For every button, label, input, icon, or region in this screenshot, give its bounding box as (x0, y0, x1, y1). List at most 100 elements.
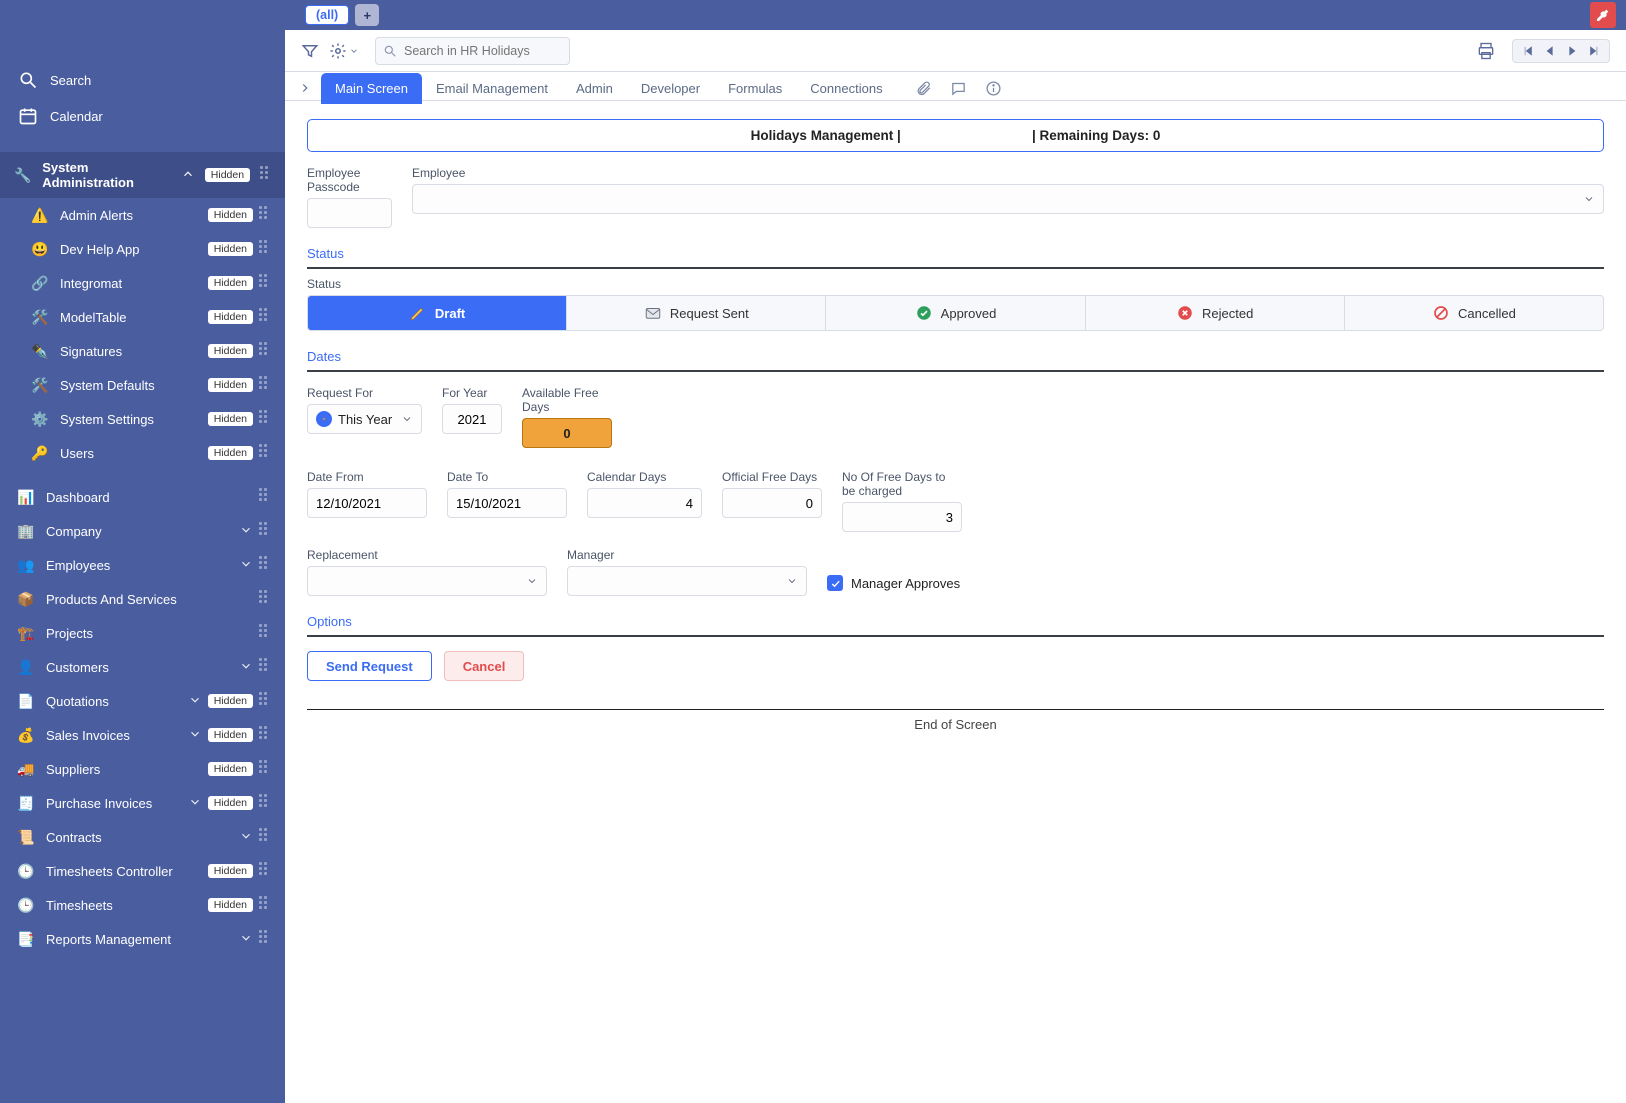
last-record-icon[interactable] (1587, 44, 1601, 58)
sidebar-item-5[interactable]: 👤 Customers (0, 650, 285, 684)
replacement-select[interactable] (307, 566, 547, 596)
tab-3[interactable]: Developer (627, 73, 714, 104)
filter-icon[interactable] (301, 42, 319, 60)
tab-2[interactable]: Admin (562, 73, 627, 104)
drag-handle-icon[interactable] (259, 794, 271, 812)
status-option-4[interactable]: Cancelled (1345, 296, 1603, 330)
item-icon: 🏗️ (16, 623, 36, 643)
sidebar-item-12[interactable]: 🕒 Timesheets Hidden (0, 888, 285, 922)
sidebar-item-0[interactable]: 📊 Dashboard (0, 480, 285, 514)
item-icon: 🧾 (16, 793, 36, 813)
drag-handle-icon[interactable] (259, 692, 271, 710)
sidebar-item-4[interactable]: 🏗️ Projects (0, 616, 285, 650)
sidebar-item-7[interactable]: 💰 Sales Invoices Hidden (0, 718, 285, 752)
admin-wrench-button[interactable] (1590, 2, 1616, 28)
tab-add-button[interactable]: + (355, 4, 379, 26)
sidebar-item-2[interactable]: 👥 Employees (0, 548, 285, 582)
drag-handle-icon[interactable] (259, 896, 271, 914)
drag-handle-icon[interactable] (259, 444, 271, 462)
tab-all[interactable]: (all) (305, 5, 349, 25)
employee-select[interactable] (412, 184, 1604, 214)
sidebar-item-label: Customers (46, 660, 109, 675)
drag-handle-icon[interactable] (259, 488, 271, 506)
sidebar-item-9[interactable]: 🧾 Purchase Invoices Hidden (0, 786, 285, 820)
calendar-days-input[interactable] (587, 488, 702, 518)
drag-handle-icon[interactable] (259, 274, 271, 292)
tab-1[interactable]: Email Management (422, 73, 562, 104)
comment-icon[interactable] (950, 80, 967, 97)
sidebar-search[interactable]: Search (0, 62, 285, 98)
sidebar-item-1[interactable]: 🏢 Company (0, 514, 285, 548)
drag-handle-icon[interactable] (259, 930, 271, 948)
chevron-down-icon (188, 727, 202, 744)
expand-tabs-icon[interactable] (293, 76, 317, 100)
status-option-label: Approved (941, 306, 997, 321)
avatar[interactable] (1560, 4, 1582, 26)
info-icon[interactable] (985, 80, 1002, 97)
sidebar-item-11[interactable]: 🕒 Timesheets Controller Hidden (0, 854, 285, 888)
status-option-2[interactable]: Approved (826, 296, 1085, 330)
date-to-input[interactable] (447, 488, 567, 518)
print-icon[interactable] (1476, 41, 1496, 61)
drag-handle-icon[interactable] (259, 828, 271, 846)
drag-handle-icon[interactable] (259, 658, 271, 676)
date-from-input[interactable] (307, 488, 427, 518)
sidebar: Search Calendar 🔧 System Administration … (0, 0, 285, 1103)
settings-dropdown[interactable] (329, 42, 359, 60)
drag-handle-icon[interactable] (259, 522, 271, 540)
sidebar-item-8[interactable]: 🚚 Suppliers Hidden (0, 752, 285, 786)
sidebar-subitem-6[interactable]: ⚙️ System Settings Hidden (0, 402, 285, 436)
drag-handle-icon[interactable] (259, 206, 271, 224)
status-option-1[interactable]: Request Sent (567, 296, 826, 330)
drag-handle-icon[interactable] (259, 410, 271, 428)
sidebar-item-3[interactable]: 📦 Products And Services (0, 582, 285, 616)
sidebar-subitem-3[interactable]: 🛠️ ModelTable Hidden (0, 300, 285, 334)
sidebar-calendar[interactable]: Calendar (0, 98, 285, 134)
sidebar-subitem-5[interactable]: 🛠️ System Defaults Hidden (0, 368, 285, 402)
send-request-button[interactable]: Send Request (307, 651, 432, 681)
sidebar-item-6[interactable]: 📄 Quotations Hidden (0, 684, 285, 718)
drag-handle-icon[interactable] (259, 862, 271, 880)
status-option-0[interactable]: Draft (308, 296, 567, 330)
for-year-input[interactable] (442, 404, 502, 434)
drag-handle-icon[interactable] (259, 556, 271, 574)
tab-5[interactable]: Connections (796, 73, 896, 104)
available-free-days-label: Available Free Days (522, 386, 612, 414)
search-input[interactable] (375, 37, 570, 65)
sidebar-subitem-4[interactable]: ✒️ Signatures Hidden (0, 334, 285, 368)
status-option-3[interactable]: Rejected (1086, 296, 1345, 330)
drag-handle-icon[interactable] (259, 760, 271, 778)
employee-passcode-input[interactable] (307, 198, 392, 228)
next-record-icon[interactable] (1565, 44, 1579, 58)
drag-handle-icon[interactable] (259, 308, 271, 326)
drag-handle-icon[interactable] (259, 726, 271, 744)
sidebar-subitem-7[interactable]: 🔑 Users Hidden (0, 436, 285, 470)
sidebar-group-system-administration[interactable]: 🔧 System Administration Hidden (0, 152, 285, 198)
request-for-select[interactable]: This Year (307, 404, 422, 434)
item-icon: 📄 (16, 691, 36, 711)
first-record-icon[interactable] (1521, 44, 1535, 58)
tab-0[interactable]: Main Screen (321, 73, 422, 104)
official-free-days-input[interactable] (722, 488, 822, 518)
drag-handle-icon[interactable] (260, 166, 271, 184)
drag-handle-icon[interactable] (259, 590, 271, 608)
sidebar-item-label: Timesheets Controller (46, 864, 173, 879)
drag-handle-icon[interactable] (259, 376, 271, 394)
attachment-icon[interactable] (915, 80, 932, 97)
sidebar-item-10[interactable]: 📜 Contracts (0, 820, 285, 854)
drag-handle-icon[interactable] (259, 624, 271, 642)
sidebar-subitem-0[interactable]: ⚠️ Admin Alerts Hidden (0, 198, 285, 232)
tab-4[interactable]: Formulas (714, 73, 796, 104)
sidebar-subitem-1[interactable]: 😃 Dev Help App Hidden (0, 232, 285, 266)
charged-days-input[interactable] (842, 502, 962, 532)
cancel-button[interactable]: Cancel (444, 651, 525, 681)
search-icon (18, 70, 38, 90)
manager-approves-checkbox[interactable]: Manager Approves (827, 570, 960, 596)
drag-handle-icon[interactable] (259, 342, 271, 360)
prev-record-icon[interactable] (1543, 44, 1557, 58)
sidebar-item-13[interactable]: 📑 Reports Management (0, 922, 285, 956)
pencil-icon (409, 304, 427, 322)
drag-handle-icon[interactable] (259, 240, 271, 258)
manager-select[interactable] (567, 566, 807, 596)
sidebar-subitem-2[interactable]: 🔗 Integromat Hidden (0, 266, 285, 300)
